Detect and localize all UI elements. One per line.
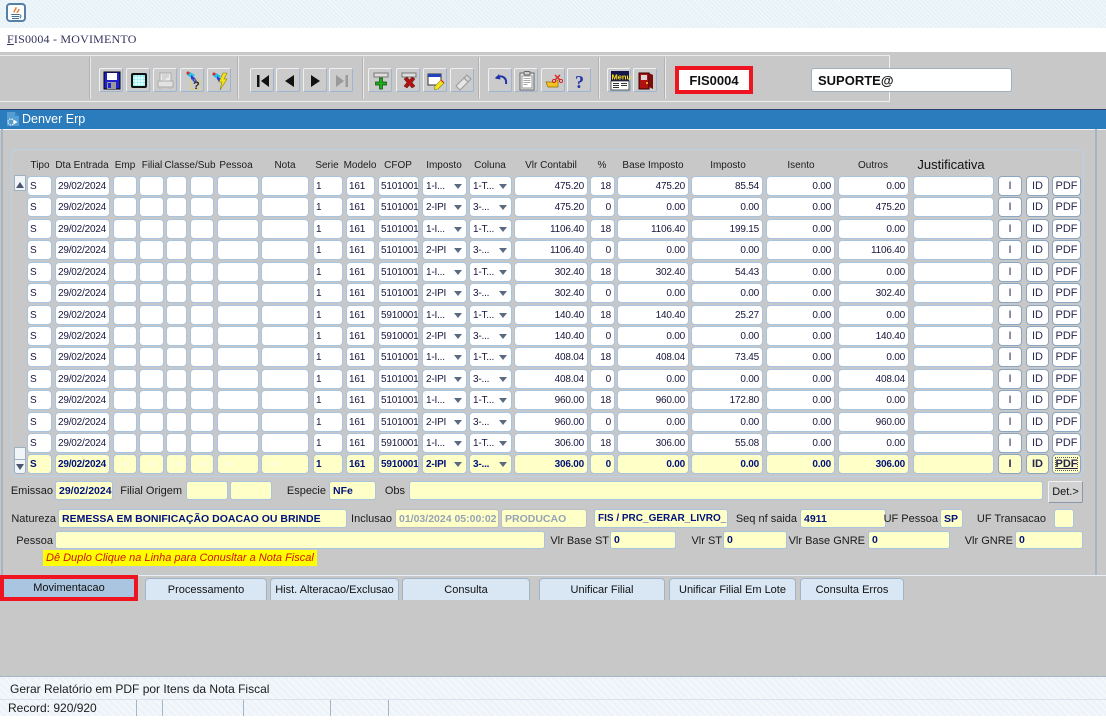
svg-text:?: ?	[575, 72, 584, 92]
svg-text:?: ?	[193, 80, 200, 92]
svg-text:Menu: Menu	[612, 73, 632, 82]
